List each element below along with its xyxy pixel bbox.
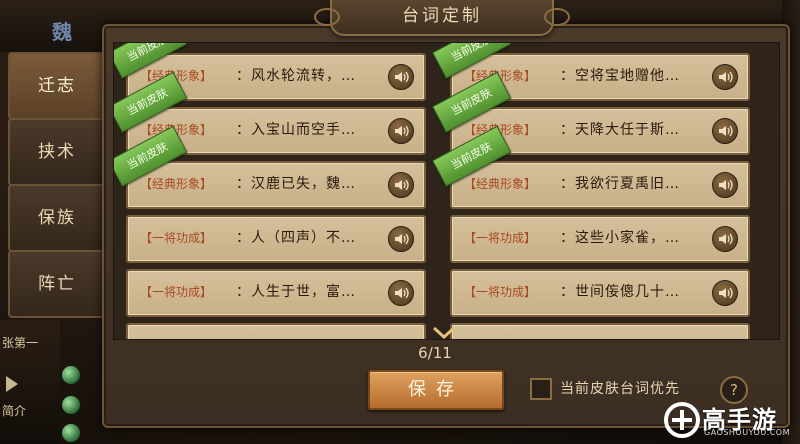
voice-line-row[interactable]: 【一将功成】 ：世间侫傯几十… bbox=[450, 269, 750, 317]
speaker-icon[interactable] bbox=[388, 64, 414, 90]
line-tag: 【一将功成】 bbox=[140, 231, 213, 245]
voice-line-row-partial[interactable] bbox=[450, 323, 750, 339]
line-text: ：天降大任于斯… bbox=[560, 122, 680, 138]
dialog-title: 台词定制 bbox=[314, 0, 570, 36]
speaker-icon[interactable] bbox=[712, 280, 738, 306]
line-tag: 【一将功成】 bbox=[464, 231, 537, 245]
speaker-icon[interactable] bbox=[388, 172, 414, 198]
voice-line-row[interactable]: 【一将功成】 ：这些小家雀，… bbox=[450, 215, 750, 263]
prefer-skin-checkbox[interactable] bbox=[530, 378, 552, 400]
speaker-icon[interactable] bbox=[712, 172, 738, 198]
play-icon bbox=[6, 376, 18, 392]
tab-baozu[interactable]: 保族 bbox=[8, 184, 104, 252]
line-text: ：汉鹿已失，魏… bbox=[236, 176, 356, 192]
line-text: ：风水轮流转，… bbox=[236, 68, 356, 84]
voice-line-row[interactable]: 【经典形象】 ：汉鹿已失，魏… 当前皮肤 bbox=[114, 125, 426, 209]
line-tag: 【一将功成】 bbox=[464, 285, 537, 299]
line-text: ：我欲行夏禹旧… bbox=[560, 176, 680, 192]
faction-label: 魏 bbox=[52, 20, 72, 44]
line-text: ：人生于世，富… bbox=[236, 284, 356, 300]
green-orb-icon bbox=[62, 396, 80, 414]
scroll-down-icon[interactable] bbox=[432, 326, 456, 340]
green-orb-icon bbox=[62, 424, 80, 442]
line-tag: 【经典形象】 bbox=[140, 177, 213, 191]
page-indicator: 6/11 bbox=[418, 344, 452, 362]
tab-xieshu[interactable]: 挟术 bbox=[8, 118, 104, 186]
voice-line-row-partial[interactable] bbox=[126, 323, 426, 339]
watermark-logo-icon bbox=[664, 402, 700, 438]
speaker-icon[interactable] bbox=[388, 280, 414, 306]
line-tag: 【一将功成】 bbox=[140, 285, 213, 299]
line-text: ：空将宝地赠他… bbox=[560, 68, 680, 84]
tab-qianzhi[interactable]: 迁志 bbox=[8, 52, 104, 120]
voice-line-row[interactable]: 【一将功成】 ：人（四声）不… bbox=[126, 215, 426, 263]
watermark-logo: 高手游 GAOSHOUYOU.COM bbox=[662, 400, 790, 440]
speaker-icon[interactable] bbox=[388, 118, 414, 144]
tab-zhenwang[interactable]: 阵亡 bbox=[8, 250, 104, 318]
voice-line-list[interactable]: 【经典形象】 ：风水轮流转，… 当前皮肤 【经典形象】 ：入宝山而空手… 当前皮… bbox=[113, 42, 780, 340]
save-button[interactable]: 保存 bbox=[368, 370, 504, 410]
voice-line-row[interactable]: 【经典形象】 ：我欲行夏禹旧… 当前皮肤 bbox=[431, 125, 750, 209]
prefer-skin-label: 当前皮肤台词优先 bbox=[560, 381, 680, 397]
background-text-1: 张第一 bbox=[2, 336, 39, 350]
line-text: ：人（四声）不… bbox=[236, 230, 356, 246]
line-text: ：世间侫傯几十… bbox=[560, 284, 680, 300]
speaker-icon[interactable] bbox=[388, 226, 414, 252]
green-orb-icon bbox=[62, 366, 80, 384]
speaker-icon[interactable] bbox=[712, 64, 738, 90]
background-text-2: 简介 bbox=[2, 404, 27, 418]
line-tag: 【经典形象】 bbox=[464, 177, 537, 191]
line-text: ：这些小家雀，… bbox=[560, 230, 680, 246]
speaker-icon[interactable] bbox=[712, 118, 738, 144]
watermark-url: GAOSHOUYOU.COM bbox=[704, 428, 791, 437]
line-text: ：入宝山而空手… bbox=[236, 122, 356, 138]
voice-line-row[interactable]: 【一将功成】 ：人生于世，富… bbox=[126, 269, 426, 317]
speaker-icon[interactable] bbox=[712, 226, 738, 252]
